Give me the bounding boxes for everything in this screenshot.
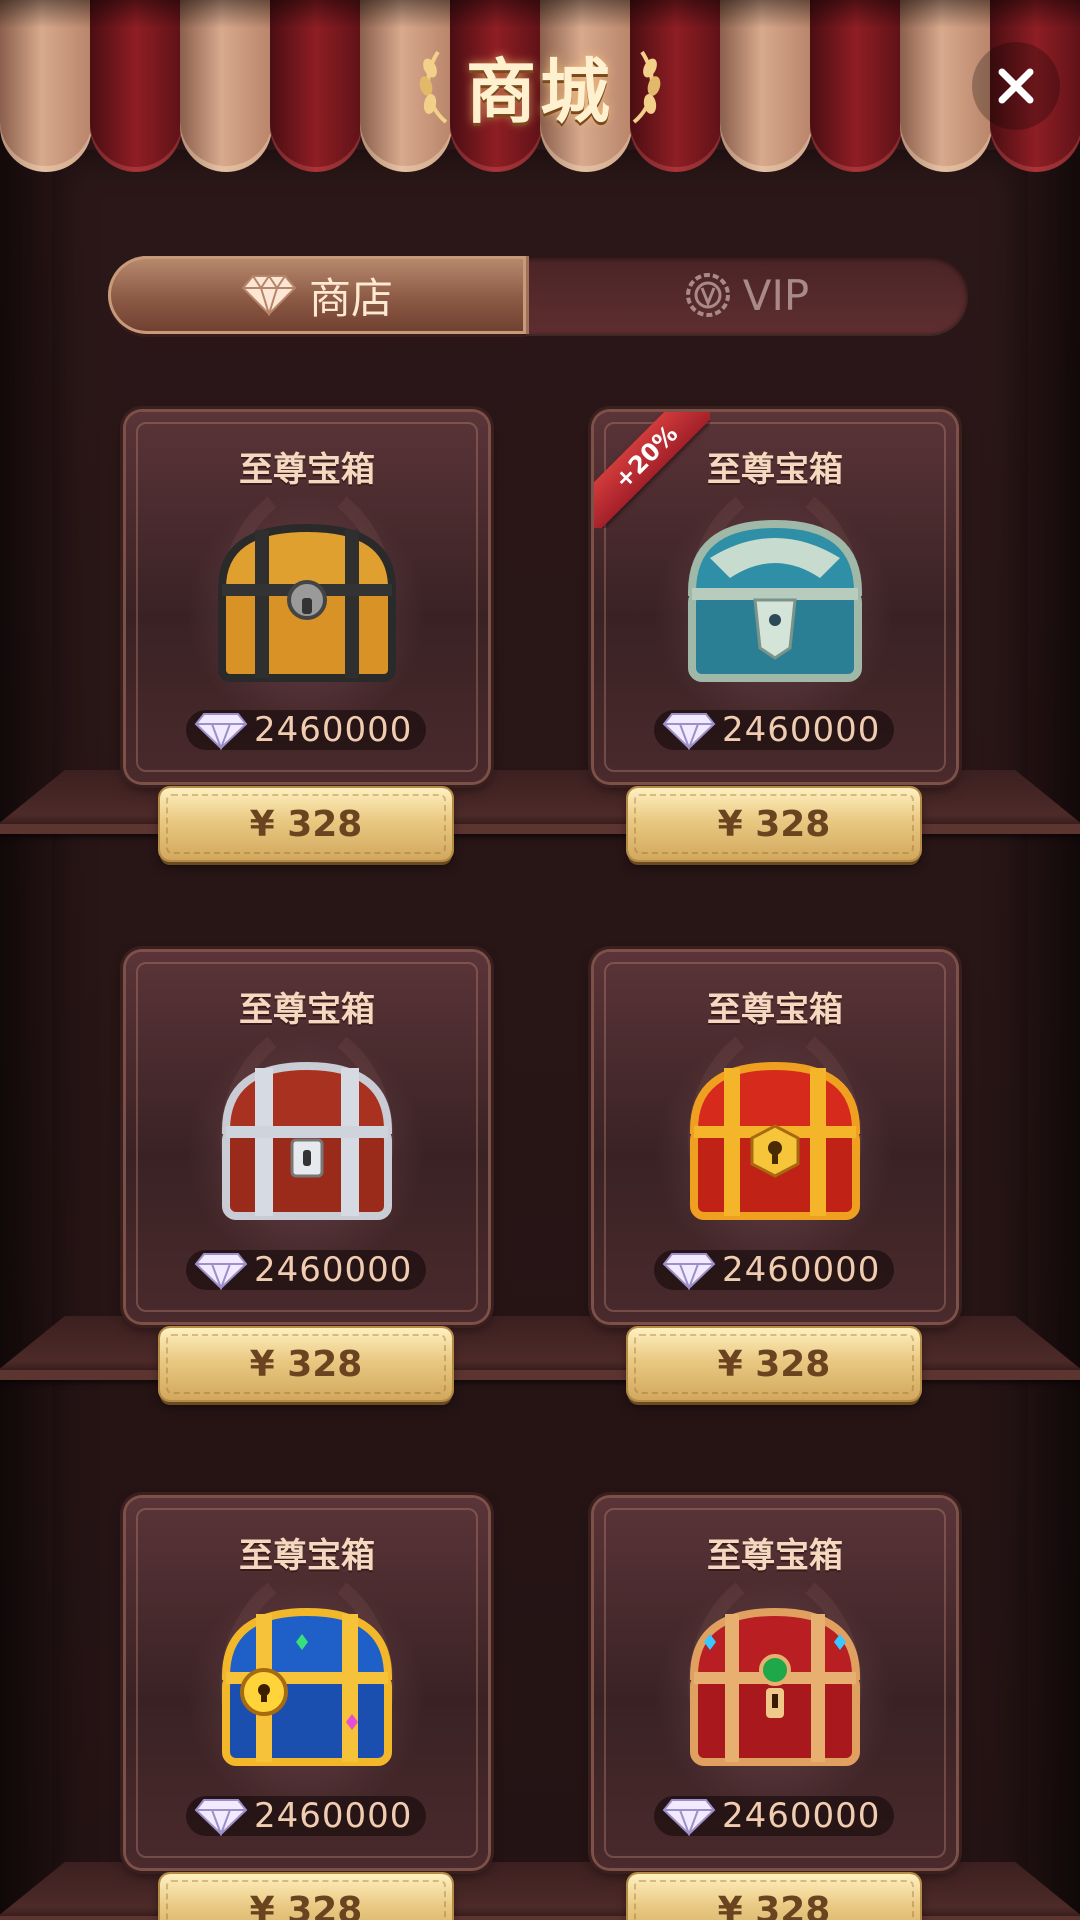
buy-button[interactable]: ¥ 328 <box>628 1874 920 1920</box>
price-label: ¥ 328 <box>717 1343 831 1385</box>
close-icon <box>998 68 1034 104</box>
blue-gold-jeweled-chest-icon <box>221 1607 393 1766</box>
diamond-icon <box>662 1799 716 1836</box>
diamond-amount: 2460000 <box>186 710 426 750</box>
diamond-amount: 2460000 <box>186 1250 426 1290</box>
price-label: ¥ 328 <box>249 1343 363 1385</box>
buy-button[interactable]: ¥ 328 <box>628 1328 920 1400</box>
product-title: 至尊宝箱 <box>239 450 375 490</box>
tab-shop[interactable]: 商店 <box>108 256 526 334</box>
product-card[interactable]: 至尊宝箱 2460000 <box>126 412 488 782</box>
buy-button[interactable]: ¥ 328 <box>160 1328 452 1400</box>
diamond-icon <box>241 274 297 316</box>
tab-bar: 商店 VIP <box>108 256 968 334</box>
page-title: 商城 <box>466 50 614 133</box>
diamond-amount: 2460000 <box>186 1796 426 1836</box>
tab-vip-label: VIP <box>742 270 810 320</box>
wooden-gold-chest-icon <box>217 523 397 682</box>
product-title: 至尊宝箱 <box>239 1536 375 1576</box>
laurel-left-icon <box>419 50 448 124</box>
buy-button[interactable]: ¥ 328 <box>160 788 452 860</box>
product-card[interactable]: 至尊宝箱 2460000 <box>126 952 488 1322</box>
red-jeweled-chest-icon <box>689 1607 861 1766</box>
diamond-amount: 2460000 <box>654 1250 894 1290</box>
buy-button[interactable]: ¥ 328 <box>628 788 920 860</box>
diamond-icon <box>194 1253 248 1290</box>
product-card[interactable]: 至尊宝箱 2460000 <box>594 952 956 1322</box>
product-card[interactable]: 至尊宝箱 2460000 <box>126 1498 488 1868</box>
tab-vip[interactable]: VIP <box>526 256 968 334</box>
product-card[interactable]: 至尊宝箱 2460000 <box>594 1498 956 1868</box>
price-label: ¥ 328 <box>717 1889 831 1920</box>
shop-screen: 商城 商店 VIP 至尊宝箱 2460000 ¥ 328 至尊宝箱 246000… <box>0 0 1080 1920</box>
laurel-right-icon <box>632 50 661 124</box>
product-title: 至尊宝箱 <box>707 990 843 1030</box>
amount-value: 2460000 <box>722 1250 881 1290</box>
teal-silver-chest-icon <box>687 519 863 682</box>
amount-value: 2460000 <box>254 710 413 750</box>
red-gold-chest-icon <box>689 1061 861 1220</box>
product-title: 至尊宝箱 <box>707 1536 843 1576</box>
product-card[interactable]: 至尊宝箱 2460000 +20% <box>594 412 956 782</box>
diamond-amount: 2460000 <box>654 1796 894 1836</box>
amount-value: 2460000 <box>254 1796 413 1836</box>
red-silver-chest-icon <box>221 1061 393 1220</box>
bonus-label: +20% <box>594 412 710 528</box>
bonus-ribbon: +20% <box>594 412 710 528</box>
amount-value: 2460000 <box>722 710 881 750</box>
diamond-icon <box>662 713 716 750</box>
diamond-icon <box>194 1799 248 1836</box>
price-label: ¥ 328 <box>717 803 831 845</box>
product-title: 至尊宝箱 <box>239 990 375 1030</box>
amount-value: 2460000 <box>254 1250 413 1290</box>
diamond-icon <box>662 1253 716 1290</box>
title-bar: 商城 <box>0 36 1080 136</box>
awning-header: 商城 <box>0 0 1080 175</box>
price-label: ¥ 328 <box>249 803 363 845</box>
diamond-icon <box>194 713 248 750</box>
diamond-amount: 2460000 <box>654 710 894 750</box>
buy-button[interactable]: ¥ 328 <box>160 1874 452 1920</box>
price-label: ¥ 328 <box>249 1889 363 1920</box>
tab-shop-label: 商店 <box>308 273 393 323</box>
amount-value: 2460000 <box>722 1796 881 1836</box>
close-button[interactable] <box>972 42 1060 130</box>
vip-badge-icon <box>685 273 730 317</box>
